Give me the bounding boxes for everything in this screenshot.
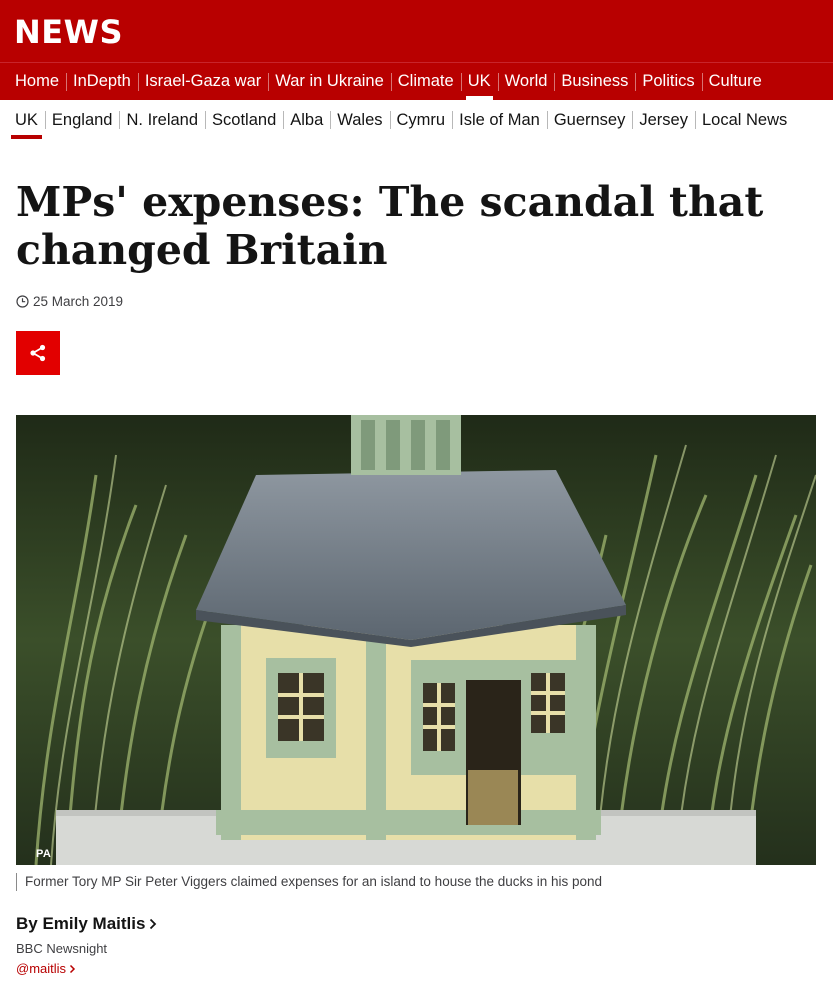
primary-nav: Home InDepth Israel-Gaza war War in Ukraine…	[0, 62, 833, 100]
subnav-item-guernsey[interactable]: Guernsey	[546, 100, 633, 140]
author-link[interactable]: By Emily Maitlis	[16, 914, 157, 934]
subnav-item-cymru[interactable]: Cymru	[389, 100, 453, 140]
news-logo[interactable]: NEWS	[14, 14, 123, 50]
share-icon	[30, 344, 46, 362]
subnav-item-isle-of-man[interactable]: Isle of Man	[452, 100, 547, 140]
author-role: BBC Newsnight	[16, 941, 108, 956]
nav-item-climate[interactable]: Climate	[390, 63, 461, 100]
subnav-item-n-ireland[interactable]: N. Ireland	[119, 100, 205, 140]
nav-item-home[interactable]: Home	[8, 63, 66, 100]
subnav-item-local-news[interactable]: Local News	[694, 100, 794, 140]
subnav-item-uk[interactable]: UK	[8, 100, 45, 140]
chevron-right-icon	[70, 964, 76, 973]
subnav-item-alba[interactable]: Alba	[283, 100, 330, 140]
secondary-nav: UK England N. Ireland Scotland Alba Wales Cymr…	[0, 100, 833, 140]
nav-item-world[interactable]: World	[497, 63, 555, 100]
clock-icon	[16, 295, 29, 308]
primary-nav-list: Home InDepth Israel-Gaza war War in Ukraine…	[0, 63, 833, 100]
nav-item-uk[interactable]: UK	[460, 63, 498, 100]
subnav-item-wales[interactable]: Wales	[330, 100, 389, 140]
article-date: 25 March 2019	[16, 294, 123, 309]
nav-item-indepth[interactable]: InDepth	[66, 63, 138, 100]
subnav-item-jersey[interactable]: Jersey	[632, 100, 695, 140]
nav-item-israel-gaza-war[interactable]: Israel-Gaza war	[137, 63, 268, 100]
chevron-right-icon	[150, 918, 157, 930]
author-name: By Emily Maitlis	[16, 914, 146, 933]
nav-item-culture[interactable]: Culture	[701, 63, 769, 100]
author-handle: @maitlis	[16, 961, 67, 976]
nav-item-war-in-ukraine[interactable]: War in Ukraine	[268, 63, 391, 100]
nav-item-politics[interactable]: Politics	[635, 63, 701, 100]
image-credit: PA	[36, 848, 52, 860]
subnav-item-scotland[interactable]: Scotland	[205, 100, 283, 140]
article-headline: MPs' expenses: The scandal that changed …	[16, 178, 764, 274]
date-text: 25 March 2019	[33, 294, 124, 309]
nav-item-business[interactable]: Business	[554, 63, 635, 100]
lead-image: PA	[16, 415, 816, 865]
author-social-link[interactable]: @maitlis	[16, 961, 76, 976]
masthead: NEWS	[0, 0, 833, 62]
duck-house-photo	[16, 415, 816, 865]
image-caption: Former Tory MP Sir Peter Viggers claimed…	[16, 873, 602, 891]
secondary-nav-list: UK England N. Ireland Scotland Alba Wales Cymr…	[0, 100, 833, 140]
share-button[interactable]	[16, 331, 60, 375]
subnav-item-england[interactable]: England	[44, 100, 120, 140]
